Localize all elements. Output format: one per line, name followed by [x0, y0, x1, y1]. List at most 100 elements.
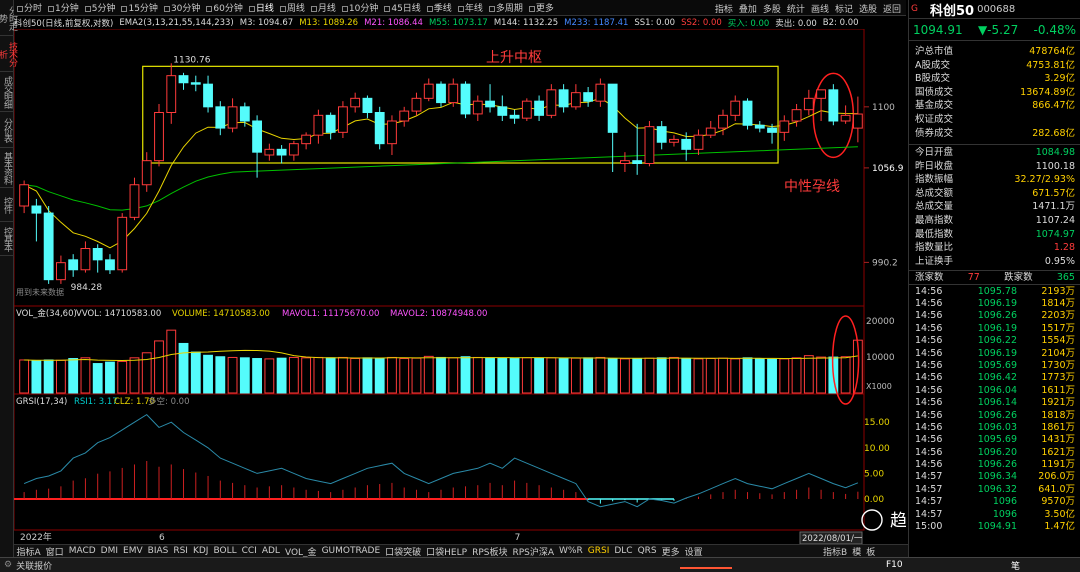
candle-body[interactable]: [718, 114, 728, 129]
candle-body[interactable]: [387, 120, 397, 145]
candle-body[interactable]: [423, 83, 434, 99]
candle-body[interactable]: [276, 148, 287, 156]
candle-body[interactable]: [178, 75, 189, 84]
candle-body[interactable]: [791, 109, 802, 122]
candle-body[interactable]: [399, 110, 410, 122]
candle-body[interactable]: [460, 83, 471, 115]
f10-label[interactable]: F10: [886, 560, 903, 570]
candle-body[interactable]: [632, 160, 643, 165]
candle-body[interactable]: [288, 143, 299, 156]
indicator-tab-8[interactable]: BOLL: [211, 546, 239, 556]
candle-body[interactable]: [840, 114, 851, 122]
period-tab-7[interactable]: 周线: [277, 1, 308, 14]
indicator-tab-17[interactable]: W%R: [557, 546, 586, 556]
toolbar-btn-5[interactable]: 标记: [832, 2, 856, 15]
candle-body[interactable]: [55, 262, 66, 281]
indicator-tab-16[interactable]: RPS沪深A: [510, 545, 557, 558]
candle-body[interactable]: [264, 148, 275, 156]
stroke-label[interactable]: 笔: [1011, 559, 1020, 572]
kline-chart[interactable]: 1100 1056.9 990.2 上升中枢中性孕线 1130.76 984.28 用到未来…: [14, 29, 906, 544]
candle-body[interactable]: [92, 248, 103, 261]
candle-body[interactable]: [141, 160, 152, 186]
bottom-right-tab-1[interactable]: 模: [850, 545, 864, 558]
indicator-tab-5[interactable]: BIAS: [145, 546, 171, 556]
indicator-tab-1[interactable]: 窗口: [43, 545, 66, 558]
candle-body[interactable]: [227, 106, 238, 129]
candle-body[interactable]: [583, 92, 594, 102]
candle-body[interactable]: [509, 114, 520, 119]
candle-body[interactable]: [607, 83, 618, 133]
period-tab-13[interactable]: 多周期: [486, 1, 526, 14]
candle-body[interactable]: [31, 205, 42, 214]
candle-body[interactable]: [117, 216, 128, 271]
period-tab-1[interactable]: 1分钟: [45, 1, 82, 14]
period-tab-9[interactable]: 10分钟: [339, 1, 381, 14]
candle-body[interactable]: [803, 97, 814, 111]
period-tab-8[interactable]: 月线: [308, 1, 339, 14]
indicator-tab-0[interactable]: 指标A: [14, 545, 43, 558]
candle-body[interactable]: [619, 160, 630, 165]
indicator-tab-11[interactable]: VOL_金: [282, 545, 319, 558]
candle-body[interactable]: [337, 106, 348, 133]
candle-body[interactable]: [68, 259, 79, 271]
candle-body[interactable]: [325, 114, 336, 133]
left-tab-6[interactable]: 控基本: [0, 222, 14, 256]
candle-body[interactable]: [828, 89, 839, 122]
indicator-tab-7[interactable]: KDJ: [190, 546, 211, 556]
indicator-tab-4[interactable]: EMV: [121, 546, 146, 556]
candle-body[interactable]: [816, 89, 827, 99]
candle-body[interactable]: [350, 97, 361, 108]
candle-body[interactable]: [485, 100, 495, 108]
candle-body[interactable]: [129, 184, 140, 218]
left-tab-1[interactable]: 技术分析: [0, 36, 17, 72]
candle-body[interactable]: [656, 126, 667, 143]
period-tab-0[interactable]: 分时: [14, 1, 45, 14]
indicator-tab-6[interactable]: RSI: [171, 546, 191, 556]
candle-body[interactable]: [669, 138, 679, 143]
candle-body[interactable]: [852, 113, 863, 129]
candle-body[interactable]: [693, 134, 704, 150]
left-tab-5[interactable]: 控件: [0, 188, 14, 222]
candle-body[interactable]: [558, 89, 569, 108]
candle-body[interactable]: [644, 126, 655, 164]
candle-body[interactable]: [374, 112, 385, 145]
indicator-tab-21[interactable]: 更多: [659, 545, 682, 558]
candle-body[interactable]: [43, 212, 54, 281]
period-tab-14[interactable]: 更多: [526, 1, 557, 14]
indicator-tab-3[interactable]: DMI: [98, 546, 120, 556]
indicator-tab-10[interactable]: ADL: [259, 546, 282, 556]
period-tab-12[interactable]: 年线: [455, 1, 486, 14]
period-tab-3[interactable]: 15分钟: [118, 1, 160, 14]
toolbar-btn-6[interactable]: 选股: [856, 2, 880, 15]
period-tab-10[interactable]: 45日线: [381, 1, 423, 14]
indicator-tab-2[interactable]: MACD: [66, 546, 98, 556]
candle-body[interactable]: [497, 106, 508, 116]
candle-body[interactable]: [166, 75, 177, 113]
candle-body[interactable]: [252, 120, 263, 153]
indicator-tab-15[interactable]: RPS板块: [470, 545, 510, 558]
related-quote-label[interactable]: 关联报价: [16, 559, 52, 572]
bottom-right-tab-0[interactable]: 指标B: [821, 545, 850, 558]
candle-body[interactable]: [80, 248, 91, 271]
candle-body[interactable]: [767, 127, 777, 133]
candle-body[interactable]: [730, 100, 741, 116]
candle-body[interactable]: [105, 259, 115, 271]
candle-body[interactable]: [313, 114, 324, 136]
candle-body[interactable]: [595, 83, 606, 102]
toolbar-btn-0[interactable]: 指标: [712, 2, 736, 15]
indicator-tab-22[interactable]: 设置: [682, 545, 705, 558]
toolbar-btn-7[interactable]: 返回: [880, 2, 904, 15]
candle-body[interactable]: [546, 89, 557, 116]
candle-body[interactable]: [521, 100, 532, 119]
period-tab-6[interactable]: 日线: [246, 1, 277, 14]
indicator-tab-13[interactable]: 口袋突破: [383, 545, 424, 558]
indicator-tab-20[interactable]: QRS: [635, 546, 659, 556]
period-tab-11[interactable]: 季线: [424, 1, 455, 14]
candle-body[interactable]: [742, 100, 753, 126]
left-tab-2[interactable]: 成交明细: [0, 72, 14, 112]
left-tab-4[interactable]: 基本资料: [0, 148, 14, 188]
candle-body[interactable]: [448, 83, 459, 104]
candle-body[interactable]: [472, 100, 483, 115]
toolbar-btn-1[interactable]: 叠加: [736, 2, 760, 15]
candle-body[interactable]: [215, 106, 226, 129]
